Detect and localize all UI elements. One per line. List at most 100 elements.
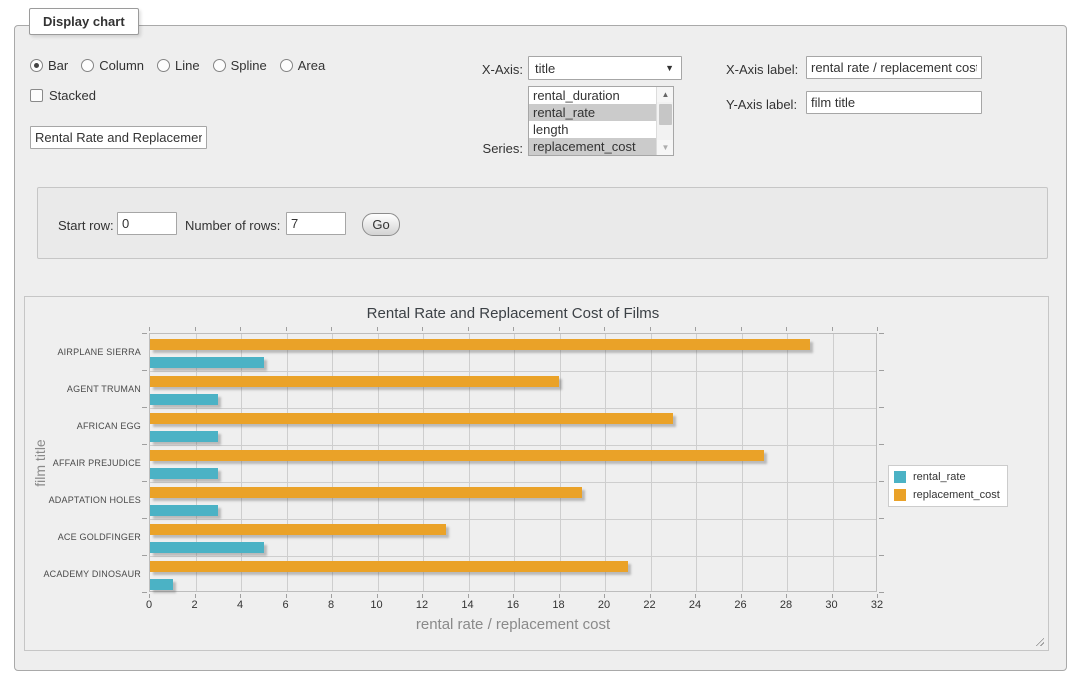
y-axis-tick-mark <box>879 518 884 519</box>
go-button[interactable]: Go <box>362 213 400 236</box>
y-axis-label-input[interactable] <box>806 91 982 114</box>
scroll-up-icon[interactable]: ▲ <box>657 87 674 102</box>
resize-handle-icon[interactable] <box>1033 635 1044 646</box>
x-axis-tick-label: 10 <box>357 599 397 611</box>
x-axis-tick-mark <box>559 594 560 598</box>
x-axis-select[interactable]: title ▼ <box>528 56 682 80</box>
x-axis-tick-mark <box>377 594 378 598</box>
chart-type-column[interactable]: Column <box>81 58 144 73</box>
scrollbar-thumb[interactable] <box>659 104 672 125</box>
x-axis-label-input[interactable] <box>806 56 982 79</box>
stacked-checkbox[interactable] <box>30 89 43 102</box>
x-axis-tick-mark <box>422 594 423 598</box>
bar-replacement_cost <box>150 450 764 461</box>
gridline-horizontal <box>150 408 876 409</box>
gridline-vertical <box>742 334 743 591</box>
chart-title: Rental Rate and Replacement Cost of Film… <box>149 305 877 322</box>
x-axis-tick-label: 0 <box>129 599 169 611</box>
bar-rental_rate <box>150 357 264 368</box>
x-axis-tick-mark <box>149 594 150 598</box>
x-axis-tick-label: 4 <box>220 599 260 611</box>
x-axis-tick-mark <box>741 594 742 598</box>
x-axis-tick-mark <box>695 327 696 331</box>
y-axis-tick-mark <box>142 555 147 556</box>
x-axis-tick-label: 28 <box>766 599 806 611</box>
gridline-horizontal <box>150 482 876 483</box>
x-axis-tick-mark <box>513 594 514 598</box>
listbox-scrollbar[interactable]: ▲ ▼ <box>656 87 673 155</box>
series-option-rental_rate[interactable]: rental_rate <box>529 104 656 121</box>
x-axis-tick-label: 26 <box>721 599 761 611</box>
y-axis-title: film title <box>32 408 48 518</box>
radio-icon[interactable] <box>157 59 170 72</box>
chart-type-area[interactable]: Area <box>280 58 325 73</box>
x-axis-tick-mark <box>331 594 332 598</box>
bar-rental_rate <box>150 505 218 516</box>
y-axis-tick-mark <box>142 333 147 334</box>
chart-type-line[interactable]: Line <box>157 58 200 73</box>
y-axis-tick-mark <box>142 444 147 445</box>
x-axis-tick-label: 22 <box>630 599 670 611</box>
x-axis-tick-mark <box>513 327 514 331</box>
chart-type-bar[interactable]: Bar <box>30 58 68 73</box>
radio-label: Spline <box>231 58 267 73</box>
series-option-replacement_cost[interactable]: replacement_cost <box>529 138 656 155</box>
category-label: AGENT TRUMAN <box>25 384 141 394</box>
gridline-vertical <box>378 334 379 591</box>
num-rows-input[interactable] <box>286 212 346 235</box>
x-axis-tick-mark <box>559 327 560 331</box>
y-axis-tick-mark <box>142 370 147 371</box>
series-options: rental_durationrental_ratelengthreplacem… <box>529 87 656 155</box>
x-axis-tick-mark <box>286 594 287 598</box>
chart-container: Rental Rate and Replacement Cost of Film… <box>24 296 1049 651</box>
y-axis-tick-mark <box>879 333 884 334</box>
series-option-length[interactable]: length <box>529 121 656 138</box>
category-label: ACE GOLDFINGER <box>25 532 141 542</box>
radio-icon[interactable] <box>280 59 293 72</box>
x-axis-tick-mark <box>286 327 287 331</box>
fieldset-legend: Display chart <box>29 8 139 35</box>
x-axis-tick-mark <box>786 594 787 598</box>
start-row-label: Start row: <box>58 218 114 233</box>
x-axis-tick-mark <box>877 327 878 331</box>
x-axis-tick-mark <box>468 327 469 331</box>
x-axis-selected-value: title <box>535 61 555 76</box>
gridline-vertical <box>423 334 424 591</box>
radio-label: Line <box>175 58 200 73</box>
gridline-vertical <box>332 334 333 591</box>
gridline-vertical <box>833 334 834 591</box>
start-row-input[interactable] <box>117 212 177 235</box>
gridline-horizontal <box>150 371 876 372</box>
row-controls-box: Start row: Number of rows: Go <box>37 187 1048 259</box>
radio-icon[interactable] <box>213 59 226 72</box>
chart-title-input[interactable] <box>30 126 207 149</box>
chart-plot-area <box>149 333 877 592</box>
x-axis-tick-label: 18 <box>539 599 579 611</box>
category-label: ACADEMY DINOSAUR <box>25 569 141 579</box>
x-axis-select-label: X-Axis: <box>455 62 523 77</box>
series-listbox[interactable]: rental_durationrental_ratelengthreplacem… <box>528 86 674 156</box>
x-axis-tick-label: 30 <box>812 599 852 611</box>
x-axis-tick-mark <box>604 327 605 331</box>
legend-label: rental_rate <box>913 471 966 483</box>
gridline-vertical <box>605 334 606 591</box>
stacked-option[interactable]: Stacked <box>30 88 96 103</box>
gridline-vertical <box>787 334 788 591</box>
scroll-down-icon[interactable]: ▼ <box>657 140 674 155</box>
radio-icon[interactable] <box>81 59 94 72</box>
series-option-rental_duration[interactable]: rental_duration <box>529 87 656 104</box>
y-axis-tick-mark <box>879 370 884 371</box>
y-axis-tick-mark <box>879 555 884 556</box>
legend-swatch-rental_rate <box>894 471 906 483</box>
radio-label: Column <box>99 58 144 73</box>
bar-rental_rate <box>150 468 218 479</box>
chevron-down-icon: ▼ <box>665 63 674 73</box>
x-axis-tick-mark <box>195 327 196 331</box>
bar-replacement_cost <box>150 487 582 498</box>
radio-label: Area <box>298 58 325 73</box>
chart-type-spline[interactable]: Spline <box>213 58 267 73</box>
x-axis-tick-mark <box>240 327 241 331</box>
gridline-horizontal <box>150 445 876 446</box>
radio-icon[interactable] <box>30 59 43 72</box>
bar-replacement_cost <box>150 376 559 387</box>
